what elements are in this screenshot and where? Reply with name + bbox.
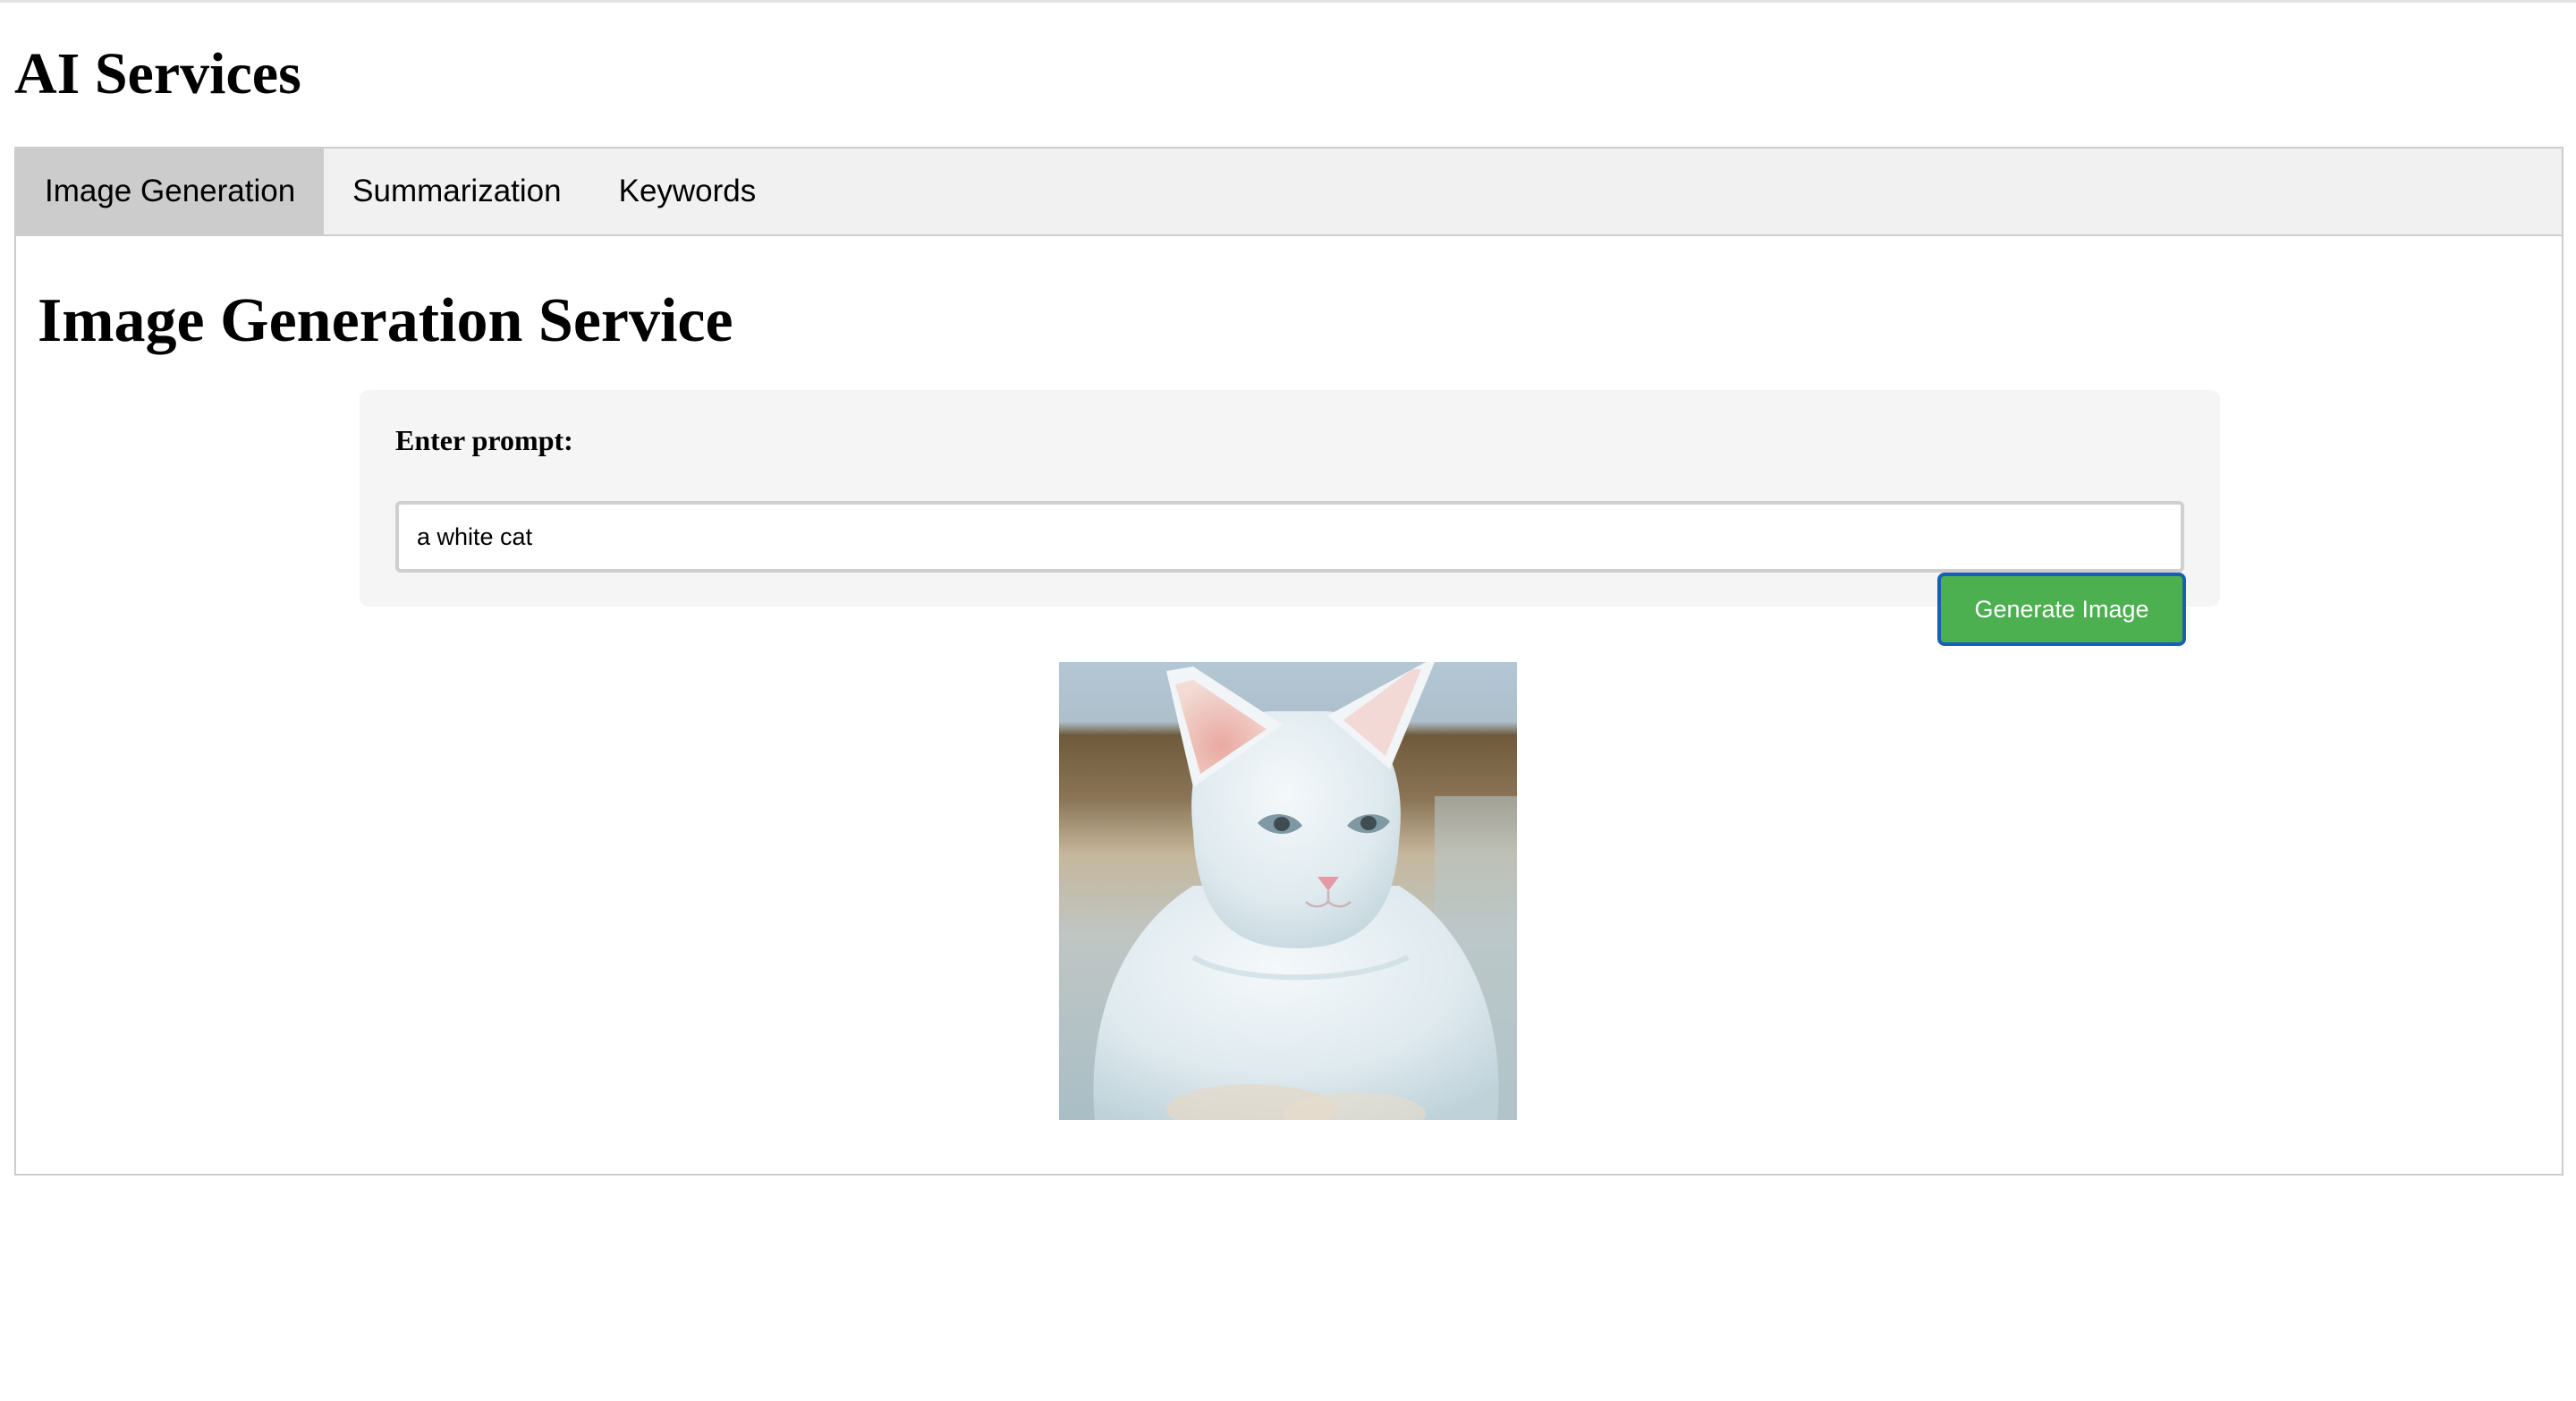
- tab-summarization[interactable]: Summarization: [324, 149, 589, 234]
- service-title: Image Generation Service: [38, 286, 733, 355]
- tab-keywords[interactable]: Keywords: [590, 149, 785, 234]
- prompt-label: Enter prompt:: [395, 424, 573, 456]
- tab-bar: Image Generation Summarization Keywords: [16, 149, 2562, 236]
- tab-panel: Image Generation Summarization Keywords …: [14, 147, 2563, 1176]
- app-title: AI Services: [14, 41, 301, 106]
- generate-image-button[interactable]: Generate Image: [1937, 573, 2186, 646]
- top-rule: [0, 0, 2576, 3]
- cat-illustration: [1059, 662, 1517, 1120]
- generated-cat-image: [1059, 662, 1517, 1120]
- tab-image-generation[interactable]: Image Generation: [16, 149, 325, 234]
- prompt-input[interactable]: [395, 501, 2184, 573]
